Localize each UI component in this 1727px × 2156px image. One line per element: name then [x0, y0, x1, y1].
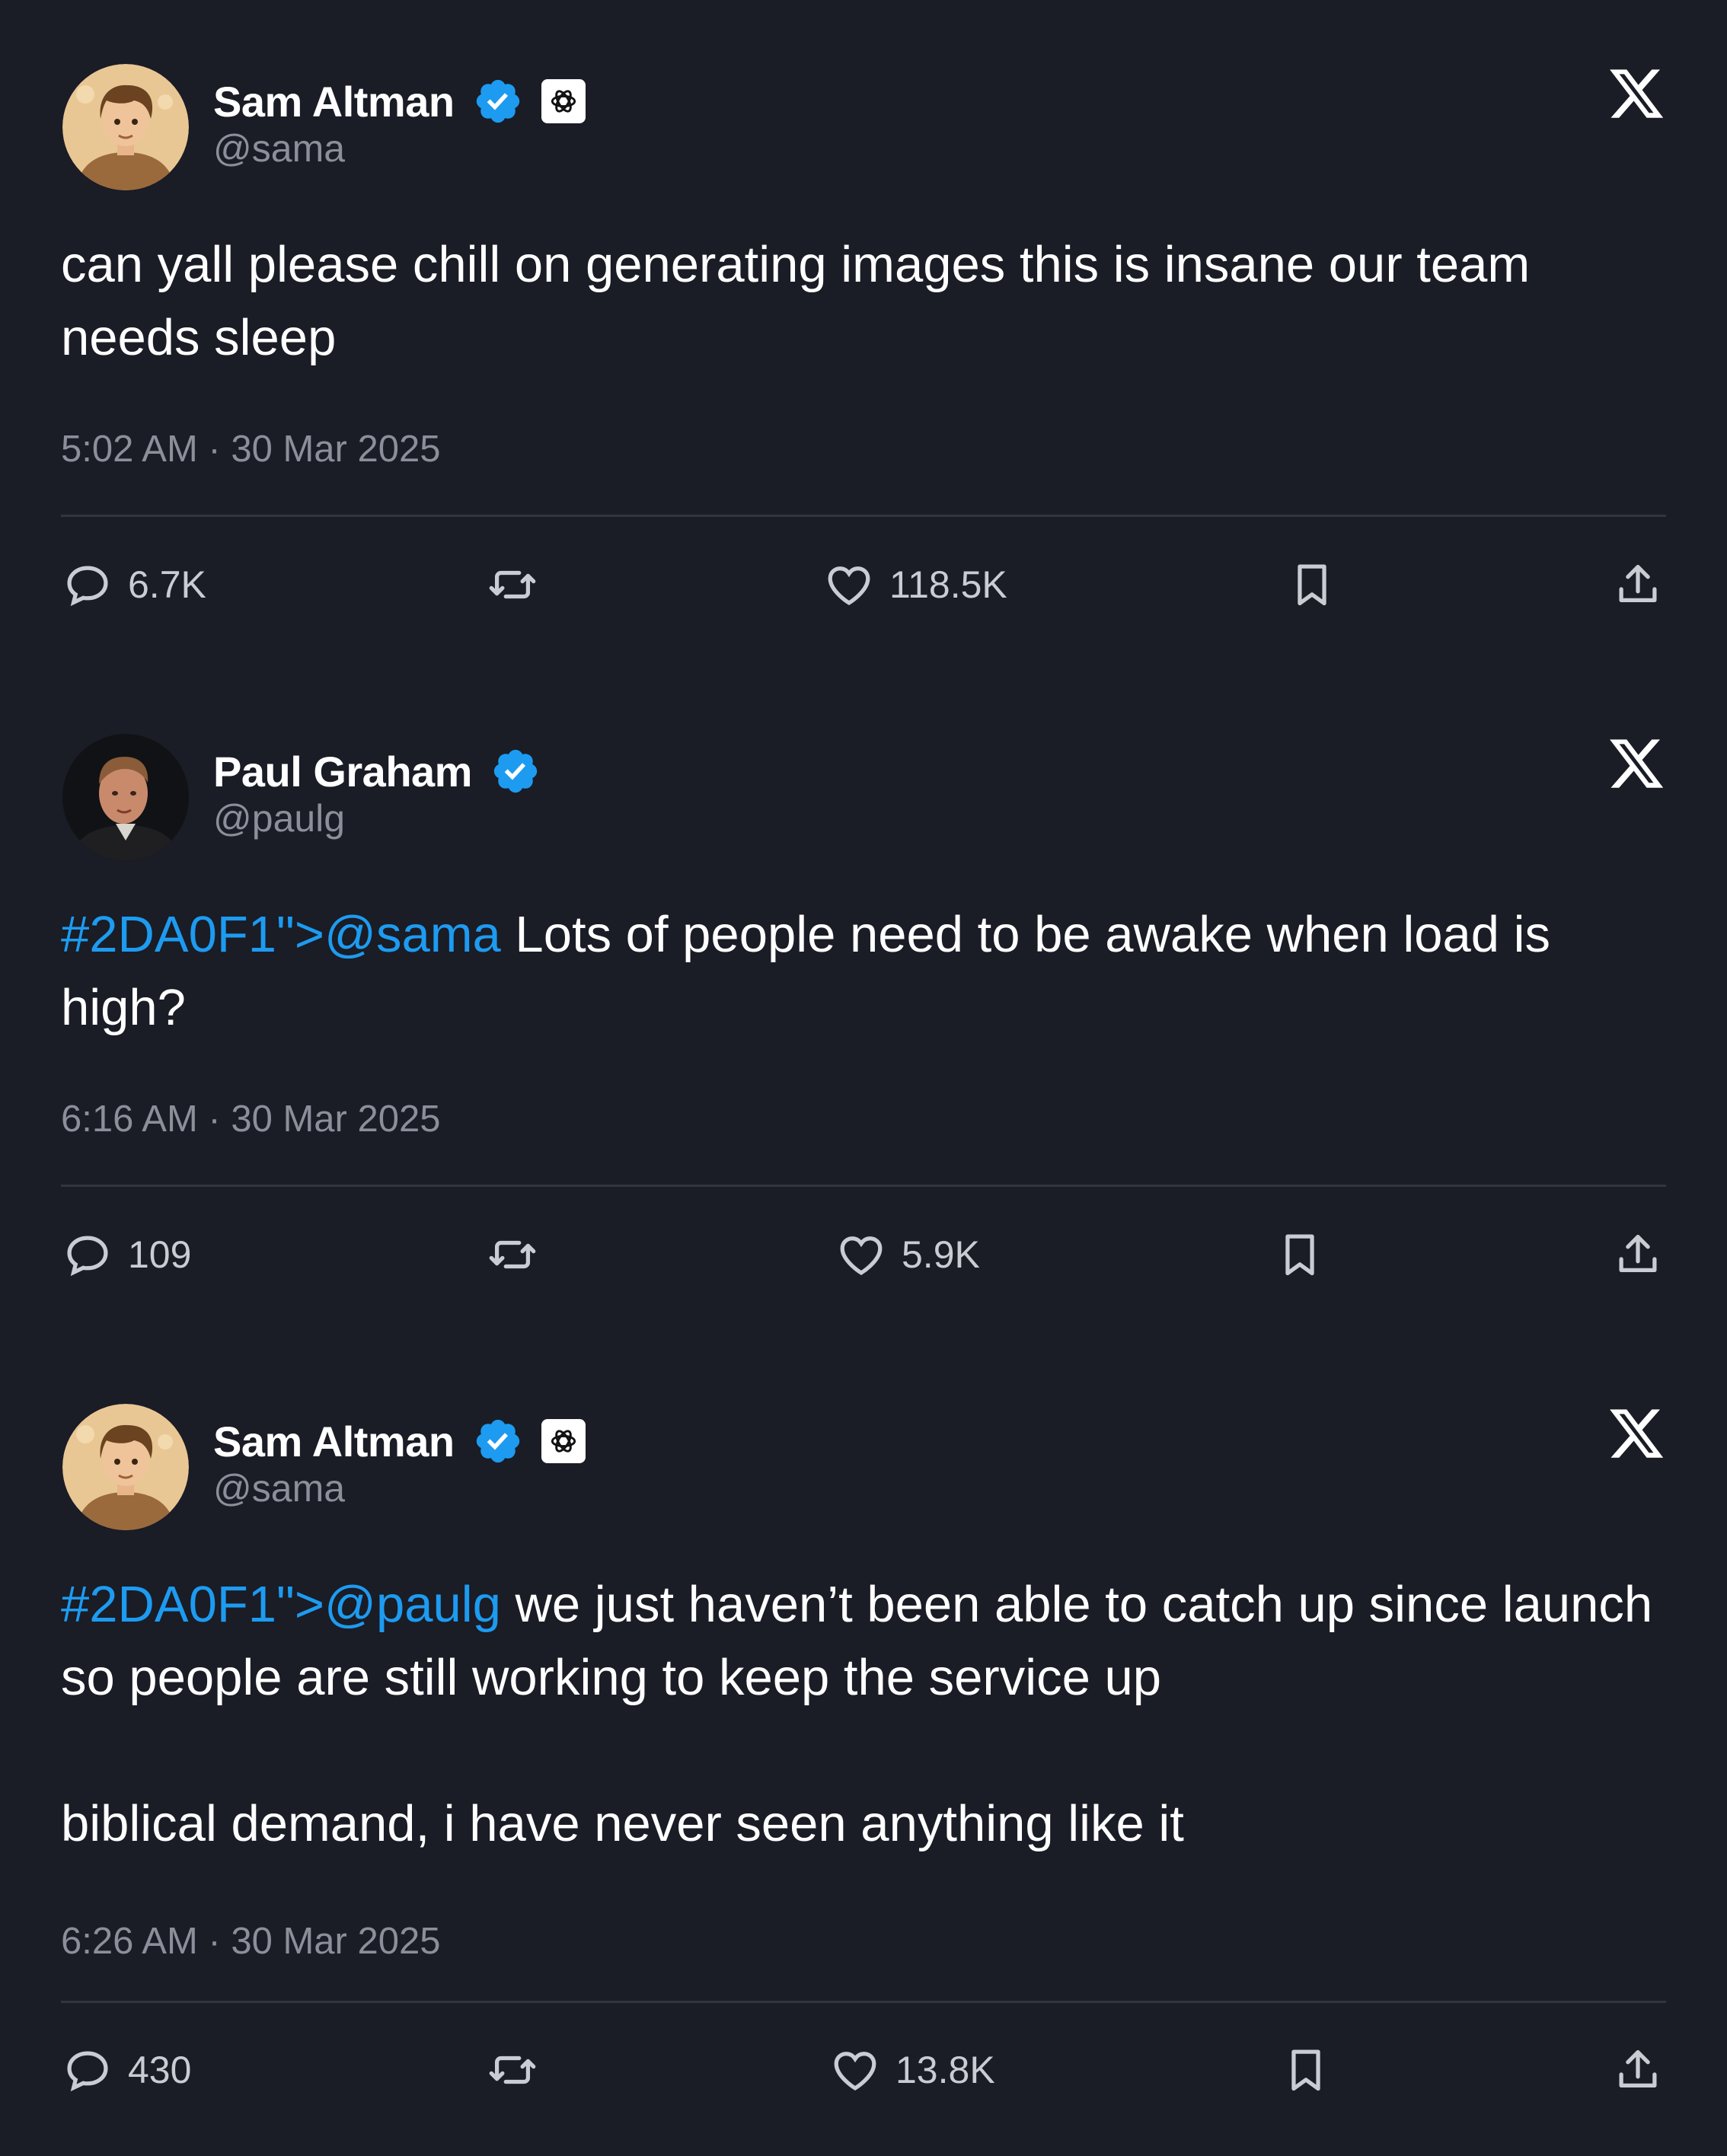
share-icon: [1619, 2050, 1657, 2088]
like-count: 5.9K: [902, 1233, 980, 1276]
divider: [61, 1185, 1666, 1187]
action-bar: 430 13.8K: [61, 2036, 1666, 2104]
retweet-button[interactable]: [486, 2036, 539, 2104]
like-button[interactable]: 118.5K: [822, 550, 1007, 619]
retweet-button[interactable]: [486, 550, 539, 619]
like-count: 118.5K: [889, 563, 1007, 606]
action-bar: 109 5.9K: [61, 1220, 1666, 1289]
share-button[interactable]: [1611, 1220, 1665, 1289]
bookmark-icon: [1291, 2049, 1320, 2091]
reply-icon: [67, 566, 108, 607]
reply-icon: [67, 2051, 108, 2092]
verified-badge-icon: [493, 749, 538, 793]
bookmark-button[interactable]: [1273, 1220, 1326, 1289]
action-bar: 6.7K 118.5K: [61, 550, 1666, 619]
timestamp[interactable]: 5:02 AM · 30 Mar 2025: [61, 428, 440, 470]
tweet-card[interactable]: Paul Graham @paulg #2DA0F1">@sama Lots o…: [61, 731, 1666, 1309]
x-logo-icon[interactable]: [1607, 1404, 1666, 1463]
share-button[interactable]: [1611, 2036, 1665, 2104]
tweet-text: can yall please chill on generating imag…: [61, 236, 1544, 366]
display-name[interactable]: Sam Altman: [213, 1417, 455, 1466]
retweet-button[interactable]: [486, 1220, 539, 1289]
reply-count: 6.7K: [128, 563, 206, 606]
x-logo-icon[interactable]: [1607, 64, 1666, 123]
tweet-card[interactable]: Sam Altman @sama #2DA0F1">@paulg we just…: [61, 1401, 1666, 2132]
display-name[interactable]: Paul Graham: [213, 747, 472, 796]
divider: [61, 2001, 1666, 2003]
user-handle[interactable]: @sama: [213, 1466, 345, 1510]
verified-badge-icon: [476, 1419, 519, 1463]
x-logo-icon[interactable]: [1607, 734, 1666, 793]
user-handle[interactable]: @paulg: [213, 796, 345, 840]
avatar[interactable]: [62, 1404, 189, 1530]
retweet-icon: [489, 1240, 536, 1269]
like-icon: [828, 566, 870, 605]
bookmark-button[interactable]: [1285, 550, 1339, 619]
reply-button[interactable]: 6.7K: [61, 550, 206, 619]
tweet-card[interactable]: Sam Altman @sama can yall please chill o…: [61, 61, 1666, 639]
tweet-text: #2DA0F1">@sama Lots of people need to be…: [61, 898, 1666, 1045]
bookmark-icon: [1285, 1234, 1314, 1276]
bookmark-icon: [1298, 564, 1326, 606]
tweet-text: #2DA0F1">@paulg we just haven’t been abl…: [61, 1568, 1666, 1861]
share-button[interactable]: [1611, 550, 1665, 619]
like-count: 13.8K: [895, 2049, 995, 2091]
openai-logo-icon[interactable]: [541, 1419, 586, 1463]
openai-logo-icon[interactable]: [541, 79, 586, 123]
retweet-icon: [489, 2056, 536, 2084]
timestamp[interactable]: 6:26 AM · 30 Mar 2025: [61, 1920, 440, 1963]
mention-link[interactable]: #2DA0F1">@paulg: [61, 1576, 501, 1633]
bookmark-button[interactable]: [1279, 2036, 1333, 2104]
reply-count: 430: [128, 2049, 192, 2091]
user-handle[interactable]: @sama: [213, 126, 345, 171]
reply-icon: [67, 1236, 108, 1277]
like-icon: [834, 2052, 876, 2091]
share-icon: [1619, 565, 1657, 603]
verified-badge-icon: [476, 79, 519, 123]
timestamp[interactable]: 6:16 AM · 30 Mar 2025: [61, 1098, 440, 1140]
display-name[interactable]: Sam Altman: [213, 77, 455, 126]
avatar[interactable]: [62, 64, 189, 190]
divider: [61, 515, 1666, 517]
reply-count: 109: [128, 1233, 192, 1276]
retweet-icon: [489, 570, 536, 599]
share-icon: [1619, 1235, 1657, 1273]
reply-button[interactable]: 109: [61, 1220, 191, 1289]
reply-button[interactable]: 430: [61, 2036, 191, 2104]
mention-link[interactable]: #2DA0F1">@sama: [61, 906, 501, 963]
like-button[interactable]: 13.8K: [828, 2036, 995, 2104]
like-button[interactable]: 5.9K: [835, 1220, 980, 1289]
avatar[interactable]: [62, 734, 189, 860]
like-icon: [840, 1236, 883, 1275]
